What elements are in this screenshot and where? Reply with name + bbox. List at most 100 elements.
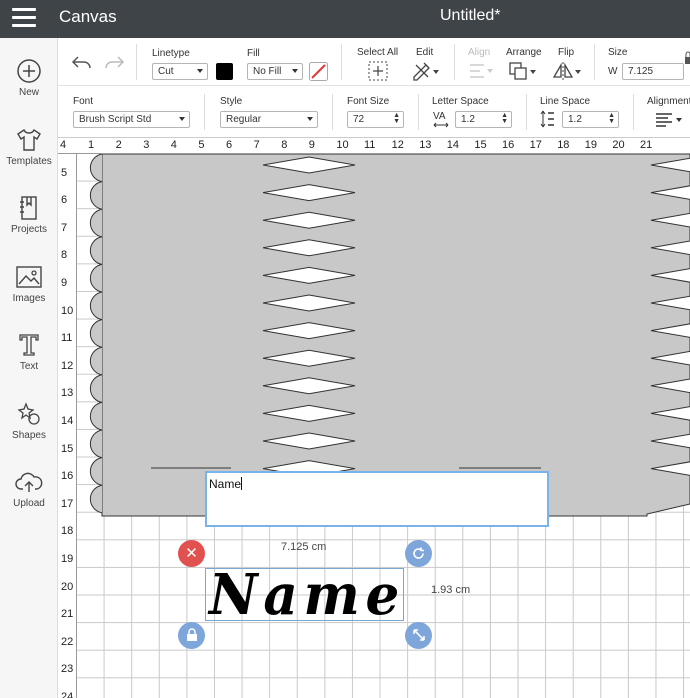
ruler-v-label: 13	[61, 387, 74, 400]
shapes-icon	[17, 402, 40, 425]
size-label: Size	[608, 47, 628, 58]
ruler-h-label: 3	[143, 139, 150, 151]
ruler-v-label: 17	[61, 497, 74, 510]
font-size-input[interactable]: 72 ▲ ▼	[347, 111, 404, 128]
style-label: Style	[220, 96, 243, 107]
scallop	[89, 291, 103, 321]
scallop	[89, 457, 103, 486]
font-size-value: 72	[353, 114, 365, 125]
notebook-icon	[20, 196, 37, 220]
sidebar-item-projects[interactable]: Projects	[0, 193, 58, 253]
app-title: Canvas	[59, 7, 117, 26]
linetype-label: Linetype	[152, 48, 190, 59]
resize-handle[interactable]	[405, 622, 432, 649]
font-label: Font	[73, 96, 94, 107]
svg-text:Name: Name	[207, 562, 405, 628]
divider	[526, 94, 527, 130]
no-fill-swatch-icon[interactable]	[309, 62, 328, 81]
close-icon: ✕	[185, 545, 198, 562]
size-width-input[interactable]: 7.125	[622, 63, 684, 80]
lock-handle[interactable]	[178, 622, 205, 649]
ruler-v-label: 24	[61, 691, 74, 698]
sidebar-item-label: Templates	[6, 156, 52, 167]
ruler-h-label: 2	[115, 139, 122, 151]
ruler-v-label: 23	[61, 663, 74, 676]
font-select[interactable]: Brush Script Std	[73, 111, 190, 128]
rotate-icon	[413, 547, 424, 559]
sidebar-item-new[interactable]: New	[0, 56, 58, 116]
fill-value: No Fill	[253, 66, 282, 77]
sidebar-item-label: New	[18, 87, 39, 98]
letter-space-arrow-icon	[433, 122, 449, 128]
ruler-h-label: 8	[281, 139, 288, 151]
undo-icon[interactable]	[71, 55, 93, 71]
divider	[633, 94, 634, 130]
vertical-ruler: 456789101112131415161718192021222324	[58, 154, 77, 698]
ruler-v-label: 9	[61, 277, 68, 289]
linetype-select[interactable]: Cut	[152, 63, 208, 80]
ruler-v-label: 14	[61, 415, 74, 427]
lock-icon	[186, 628, 197, 641]
lock-proportions-icon[interactable]	[684, 51, 690, 65]
fill-select[interactable]: No Fill	[247, 63, 303, 80]
text-edit-box[interactable]: Name	[205, 471, 549, 527]
arrange-icon[interactable]	[508, 61, 538, 81]
font-value: Brush Script Std	[79, 114, 152, 125]
select-all-icon[interactable]	[368, 61, 388, 81]
size-width-value: 7.125	[628, 66, 654, 77]
ruler-v-label: 19	[61, 553, 74, 565]
style-select[interactable]: Regular	[220, 111, 318, 128]
size-w-label: W	[608, 66, 618, 77]
align-icon[interactable]	[468, 63, 494, 79]
style-value: Regular	[226, 114, 262, 125]
flip-icon[interactable]	[552, 61, 582, 81]
ruler-h-label: 19	[584, 139, 598, 151]
plus-circle-icon	[17, 59, 41, 83]
letter-space-input[interactable]: 1.2 ▲ ▼	[455, 111, 512, 128]
sidebar-item-upload[interactable]: Upload	[0, 467, 58, 527]
line-space-input[interactable]: 1.2 ▲ ▼	[562, 111, 619, 128]
edit-toolbar: Linetype Cut Fill No Fill Select All Edi…	[58, 38, 690, 86]
sidebar-item-label: Projects	[10, 224, 48, 235]
sidebar-item-shapes[interactable]: Shapes	[0, 399, 58, 459]
sidebar-item-label: Images	[12, 293, 46, 304]
select-all-label: Select All	[357, 47, 399, 58]
text-t-icon	[19, 334, 39, 356]
redo-icon[interactable]	[103, 55, 125, 71]
rotate-handle[interactable]	[405, 540, 432, 567]
linetype-color-swatch[interactable]	[216, 63, 233, 80]
ruler-h-label: 12	[391, 139, 404, 151]
scallop	[89, 319, 103, 348]
line-space-icon	[540, 110, 554, 128]
scallop	[89, 429, 103, 459]
document-title: Untitled*	[440, 7, 501, 24]
scallop	[89, 154, 103, 183]
sidebar-item-templates[interactable]: Templates	[0, 125, 58, 185]
resize-arrows-icon	[412, 629, 425, 641]
linetype-value: Cut	[158, 66, 174, 77]
ruler-h-label: 10	[336, 139, 349, 151]
scallop-edge	[89, 154, 103, 514]
divider	[204, 94, 205, 130]
delete-handle[interactable]: ✕	[178, 540, 205, 567]
text-cursor	[241, 477, 243, 490]
sidebar-item-label: Shapes	[12, 430, 46, 441]
ruler-h-label: 13	[419, 139, 432, 151]
sidebar-item-images[interactable]: Images	[0, 262, 58, 322]
font-size-label: Font Size	[347, 96, 390, 107]
tshirt-icon	[17, 128, 41, 151]
hamburger-menu-icon[interactable]	[12, 8, 36, 28]
text-alignment-icon[interactable]	[655, 112, 685, 128]
ruler-h-label: 17	[529, 139, 542, 151]
ruler-h-label: 6	[226, 139, 233, 151]
sidebar-item-text[interactable]: Text	[0, 330, 58, 390]
edit-tools-icon[interactable]	[412, 61, 440, 81]
ruler-v-label: 15	[61, 442, 74, 455]
divider	[454, 44, 455, 80]
name-script-text[interactable]: Name	[205, 560, 409, 630]
ruler-h-label: 5	[198, 139, 205, 151]
ruler-v-label: 16	[61, 470, 74, 483]
sidebar-item-label: Text	[19, 361, 39, 372]
scalloped-card-shape[interactable]	[101, 154, 690, 517]
ruler-h-label: 4	[170, 139, 177, 151]
